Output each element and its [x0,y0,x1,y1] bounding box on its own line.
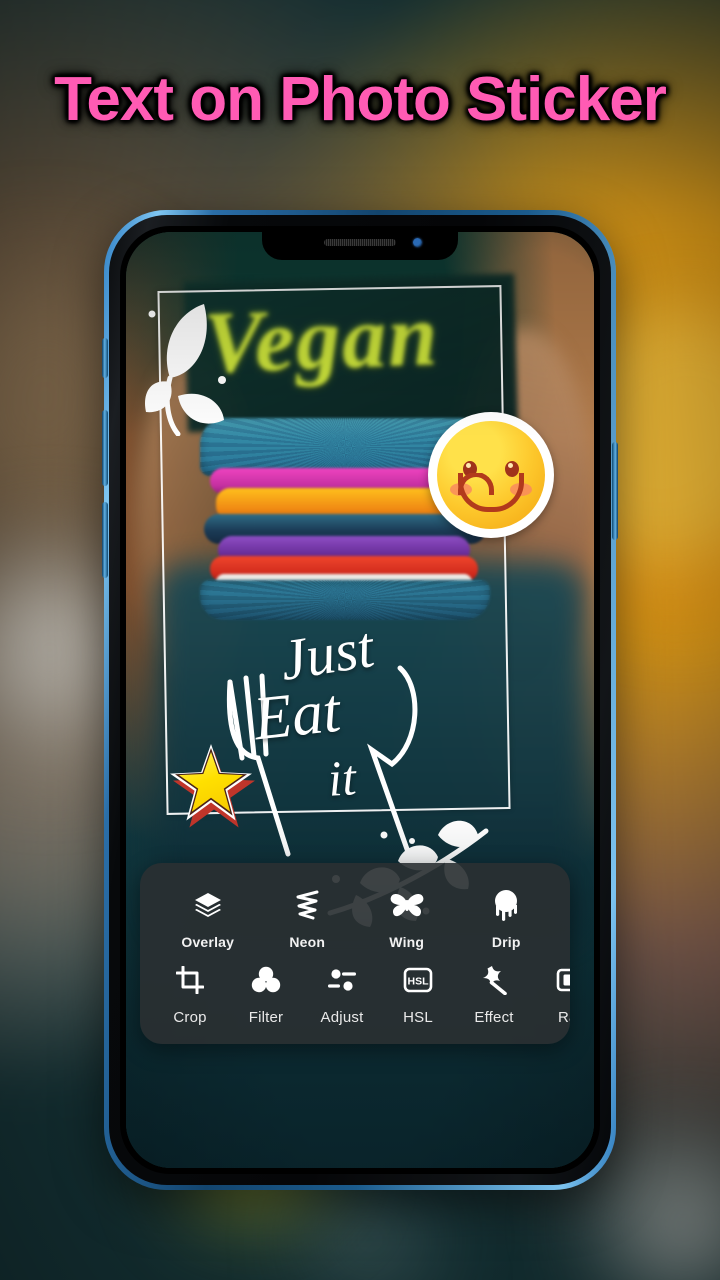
tool-neon[interactable]: Neon [258,885,358,950]
tool-effect[interactable]: Effect [456,960,532,1026]
zigzag-icon [292,885,322,925]
toolbar-tools-row: Crop Filter Adjust HSL HSL Effect R [140,950,570,1026]
tool-overlay-label: Overlay [181,934,235,950]
tool-crop-label: Crop [173,1009,207,1026]
tool-filter-label: Filter [248,1009,284,1026]
speaker-grille-icon [324,239,396,246]
tool-hsl[interactable]: HSL HSL [380,960,456,1026]
tool-wing[interactable]: Wing [357,885,457,950]
phone-mute-switch[interactable] [102,338,108,378]
magic-wand-icon [479,960,509,1000]
tool-drip-label: Drip [491,934,521,950]
phone-frame: Vegan [109,215,611,1185]
ratio-icon [556,960,570,1000]
layers-icon [193,885,223,925]
editor-toolbar[interactable]: Overlay Neon Wing Drip Crop Filter Adjus… [140,863,570,1044]
tool-neon-label: Neon [289,934,326,950]
sliders-icon [327,960,357,1000]
filter-circles-icon [251,960,281,1000]
tool-crop[interactable]: Crop [152,960,228,1026]
phone-mockup: Vegan [102,210,618,1190]
phone-volume-up-button[interactable] [102,410,108,486]
phone-notch [262,226,458,260]
phone-screen: Vegan [126,232,594,1168]
phone-volume-down-button[interactable] [102,502,108,578]
tool-ratio[interactable]: Rat [532,960,570,1026]
tool-effect-label: Effect [474,1009,514,1026]
tool-drip[interactable]: Drip [457,885,557,950]
hsl-glyph-text: HSL [408,976,430,988]
page-title: Text on Photo Sticker [54,65,667,134]
drip-icon [492,885,520,925]
tool-filter[interactable]: Filter [228,960,304,1026]
crop-icon [176,960,204,1000]
tool-ratio-label: Rat [558,1009,570,1026]
toolbar-effects-row: Overlay Neon Wing Drip [140,885,570,950]
tool-adjust[interactable]: Adjust [304,960,380,1026]
phone-bezel: Vegan [120,226,600,1174]
hsl-icon: HSL [403,960,433,1000]
butterfly-icon [390,885,424,925]
front-camera-icon [413,238,422,247]
tool-wing-label: Wing [389,934,425,950]
tool-hsl-label: HSL [403,1009,433,1026]
phone-power-button[interactable] [612,442,618,540]
tool-overlay[interactable]: Overlay [158,885,258,950]
tool-adjust-label: Adjust [320,1009,364,1026]
